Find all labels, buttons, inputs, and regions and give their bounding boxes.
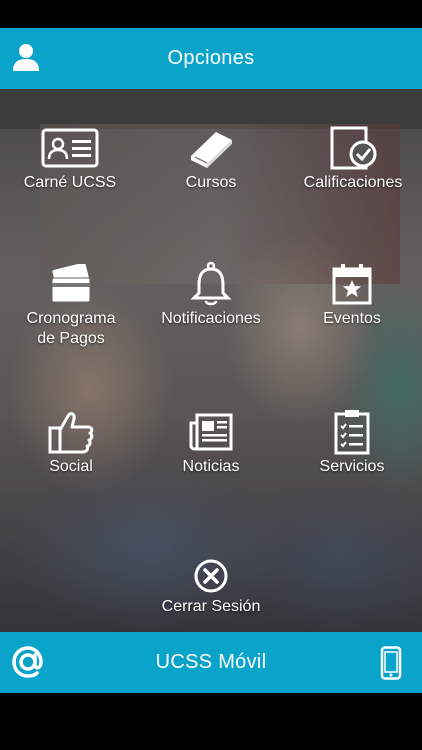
menu-item-label: Cursos [185,174,237,191]
logout-button[interactable]: Cerrar Sesión [151,557,271,617]
bottom-black-area [0,693,422,750]
menu-item-noticias[interactable]: Noticias [161,409,261,477]
menu-item-label: Calificaciones [303,174,403,191]
menu-item-servicios[interactable]: Servicios [302,409,402,477]
menu-item-label: Eventos [323,310,381,327]
header-bar: Opciones [0,28,422,89]
menu-item-calificaciones[interactable]: Calificaciones [298,125,408,193]
menu-item-notificaciones[interactable]: Notificaciones [156,261,266,329]
credit-card-icon [41,261,101,307]
close-circle-icon [181,557,241,595]
at-sign-icon[interactable] [10,644,46,680]
menu-item-label: Social [49,458,93,475]
id-card-icon [40,125,100,171]
status-bar-area [0,0,422,28]
calendar-star-icon [322,261,382,307]
menu-item-label: Cronograma [26,310,116,327]
menu-item-label: Noticias [182,458,240,475]
footer-bar: UCSS Móvil [0,632,422,693]
clipboard-checklist-icon [322,409,382,455]
newspaper-icon [181,409,241,455]
user-icon[interactable] [10,41,42,73]
menu-area: Carné UCSS Cursos Calificaciones Cronogr… [0,89,422,632]
grades-check-icon [323,125,383,171]
menu-item-cronograma[interactable]: Cronograma de Pagos [16,261,126,349]
menu-item-social[interactable]: Social [21,409,121,477]
footer-title: UCSS Móvil [155,651,267,673]
menu-item-carne[interactable]: Carné UCSS [20,125,120,193]
mobile-phone-icon[interactable] [380,646,402,680]
menu-item-label: Carné UCSS [23,174,117,191]
menu-item-label: Servicios [319,458,385,475]
book-icon [181,125,241,171]
bell-icon [181,261,241,307]
menu-item-eventos[interactable]: Eventos [302,261,402,329]
menu-item-cursos[interactable]: Cursos [161,125,261,193]
logout-label: Cerrar Sesión [161,598,261,615]
menu-item-label: Notificaciones [161,310,261,327]
menu-item-label: de Pagos [37,330,105,347]
page-title: Opciones [167,47,255,69]
thumbs-up-icon [41,409,101,455]
